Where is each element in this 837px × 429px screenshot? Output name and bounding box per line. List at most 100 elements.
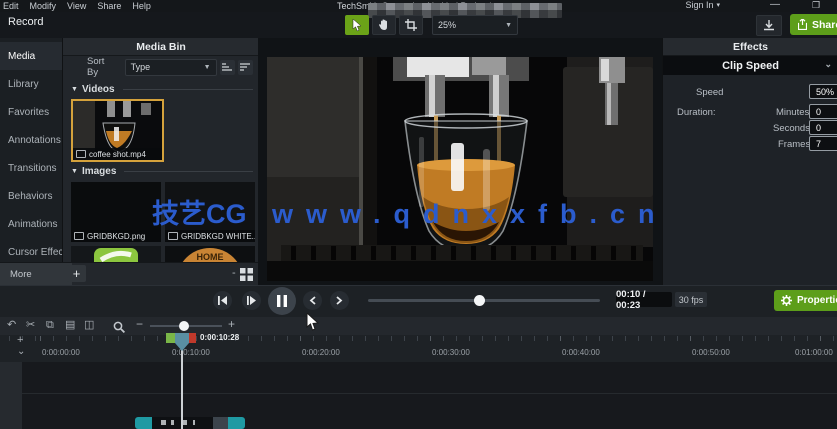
sort-asc-icon: [222, 62, 233, 71]
speed-input[interactable]: 50%: [809, 84, 837, 99]
zoom-in-button[interactable]: +: [228, 318, 235, 330]
copy-button[interactable]: ⧉: [46, 320, 54, 331]
svg-text:HOME: HOME: [197, 252, 224, 262]
canvas-stage: [258, 38, 662, 285]
collapse-tracks-button[interactable]: ⌄: [17, 346, 25, 357]
sidebar-item-animations[interactable]: Animations: [0, 210, 62, 238]
restore-window-button[interactable]: ❐: [812, 0, 820, 11]
hand-icon: [379, 19, 387, 30]
time-display: 00:10 / 00:23: [616, 289, 672, 311]
clip-left-handle[interactable]: [135, 417, 152, 429]
media-bin-bottom-bar: More + -: [0, 262, 258, 286]
media-item-coffee-shot[interactable]: coffee shot.mp4: [71, 99, 164, 162]
jump-back-button[interactable]: [303, 291, 322, 310]
media-item-gridbkgd[interactable]: GRIDBKGD.png: [71, 182, 161, 242]
fps-display: 30 fps: [675, 292, 707, 307]
media-item-green-logo[interactable]: [71, 246, 161, 262]
ruler-label: 0:00:30:00: [432, 348, 470, 357]
home-thumbnail: HOME: [182, 248, 238, 262]
sidebar-item-library[interactable]: Library: [0, 70, 62, 98]
cursor-tool-button[interactable]: [345, 15, 369, 35]
export-button[interactable]: [756, 15, 782, 36]
playhead-time: 0:00:10:28: [200, 333, 240, 342]
images-section-header[interactable]: ▼ Images: [71, 166, 253, 177]
add-track-button[interactable]: +: [17, 334, 23, 346]
sort-ascending-button[interactable]: [219, 59, 235, 75]
sidebar-item-favorites[interactable]: Favorites: [0, 98, 62, 126]
effects-panel: Effects Clip Speed ⌄ Speed 50% Duration:…: [662, 38, 837, 285]
prev-frame-button[interactable]: [213, 291, 232, 310]
timeline-zoom-slider[interactable]: [150, 321, 222, 331]
sidebar-more-button[interactable]: More: [0, 263, 72, 285]
sort-type-value: Type: [130, 62, 151, 72]
grid-icon: [240, 268, 253, 281]
timeline-ruler[interactable]: + ⌄ 0:00:00:00 0:00:10:00 0:00:20:00 0:0…: [0, 334, 837, 363]
sidebar-item-media[interactable]: Media: [0, 42, 62, 70]
menu-view[interactable]: View: [67, 1, 86, 11]
crop-tool-button[interactable]: [399, 15, 423, 35]
playback-bar: 00:10 / 00:23 30 fps Properties: [0, 285, 837, 318]
magnifier-icon: [113, 321, 126, 334]
media-item-home[interactable]: HOME: [165, 246, 255, 262]
menu-modify[interactable]: Modify: [30, 1, 57, 11]
lane-divider: [22, 393, 837, 394]
cut-button[interactable]: ✂: [26, 320, 35, 331]
menu-share[interactable]: Share: [97, 1, 121, 11]
menu-edit[interactable]: Edit: [3, 1, 19, 11]
properties-button[interactable]: Properties: [774, 290, 837, 311]
canvas-zoom-dropdown[interactable]: 25% ▼: [432, 15, 518, 35]
tools-sidebar: Media Library Favorites Annotations Tran…: [0, 38, 62, 262]
sidebar-item-behaviors[interactable]: Behaviors: [0, 182, 62, 210]
prev-frame-icon: [218, 296, 227, 305]
scrub-handle[interactable]: [474, 295, 485, 306]
sidebar-item-transitions[interactable]: Transitions: [0, 154, 62, 182]
add-media-button[interactable]: +: [67, 265, 86, 282]
chevron-down-icon[interactable]: ⌄: [824, 59, 832, 70]
seconds-input[interactable]: 0: [809, 120, 837, 135]
paste-button[interactable]: ▤: [65, 320, 75, 331]
timeline-zoom-handle[interactable]: [179, 321, 189, 331]
mouse-cursor: [306, 313, 319, 331]
pause-button[interactable]: [268, 287, 296, 315]
undo-button[interactable]: ↶: [7, 320, 16, 331]
minutes-input[interactable]: 0: [809, 104, 837, 119]
timeline-tracks[interactable]: [0, 362, 837, 429]
minimize-button[interactable]: —: [770, 0, 780, 10]
grid-view-button[interactable]: [240, 268, 253, 286]
frames-input[interactable]: 7: [809, 136, 837, 151]
sidebar-item-annotations[interactable]: Annotations: [0, 126, 62, 154]
split-button[interactable]: ◫: [84, 320, 94, 331]
menu-help[interactable]: Help: [132, 1, 151, 11]
canvas-video-coffee[interactable]: [267, 57, 653, 281]
clip-right-handle[interactable]: [228, 417, 245, 429]
watermark-cn-text: 技艺CG: [152, 199, 247, 229]
clip-speed-header[interactable]: Clip Speed ⌄: [663, 56, 837, 75]
image-icon: [74, 232, 84, 240]
playhead-line[interactable]: [181, 349, 183, 429]
gear-icon: [781, 295, 792, 306]
sort-descending-button[interactable]: [237, 59, 253, 75]
timeline-clip-coffee[interactable]: [135, 417, 245, 429]
playhead-marker[interactable]: [166, 333, 198, 353]
pan-tool-button[interactable]: [372, 15, 396, 35]
green-logo-thumbnail: [94, 248, 138, 262]
scrub-slider[interactable]: [368, 295, 600, 306]
step-forward-button[interactable]: [242, 291, 261, 310]
watermark-url-text: www.qdnxxfb.cn: [272, 199, 668, 229]
share-button[interactable]: Share: [790, 14, 837, 35]
jump-forward-button[interactable]: [330, 291, 349, 310]
videos-section-header[interactable]: ▼ Videos: [71, 84, 253, 95]
speed-label: Speed: [696, 87, 724, 98]
playhead[interactable]: [166, 333, 198, 358]
sort-desc-icon: [240, 62, 251, 71]
ruler-label: 0:00:50:00: [692, 348, 730, 357]
seconds-label: Seconds: [773, 123, 810, 134]
sort-type-dropdown[interactable]: Type ▼: [124, 58, 217, 76]
zoom-out-button[interactable]: −: [136, 318, 143, 330]
thumb-size-minus-button[interactable]: -: [232, 267, 236, 279]
duration-label: Duration:: [677, 107, 716, 118]
sign-in-button[interactable]: Sign In ▾: [685, 0, 720, 10]
track-gutter: [0, 362, 22, 429]
share-icon: [798, 19, 807, 30]
record-button[interactable]: Record: [8, 16, 43, 28]
